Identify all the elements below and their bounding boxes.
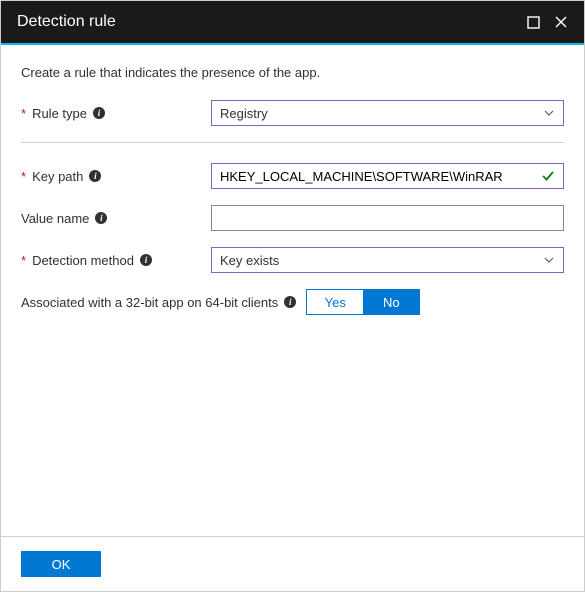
- select-rule-type[interactable]: Registry: [211, 100, 564, 126]
- info-icon[interactable]: i: [89, 170, 101, 182]
- label-text: Value name: [21, 211, 89, 226]
- input-key-path[interactable]: [220, 169, 555, 184]
- input-wrap-key-path: [211, 163, 564, 189]
- required-marker: *: [21, 253, 26, 268]
- label-text: Associated with a 32-bit app on 64-bit c…: [21, 295, 278, 310]
- close-icon[interactable]: [554, 15, 568, 29]
- toggle-no-button[interactable]: No: [363, 290, 419, 314]
- chevron-down-icon: [543, 254, 555, 266]
- chevron-down-icon: [543, 107, 555, 119]
- dialog-subtitle: Create a rule that indicates the presenc…: [21, 65, 564, 80]
- divider: [21, 142, 564, 143]
- toggle-assoc-32bit: Yes No: [306, 289, 420, 315]
- label-text: Detection method: [32, 253, 134, 268]
- select-value: Key exists: [220, 253, 535, 268]
- dialog-footer: OK: [1, 536, 584, 591]
- label-text: Rule type: [32, 106, 87, 121]
- label-rule-type: * Rule type i: [21, 106, 211, 121]
- header-actions: [527, 15, 568, 29]
- ok-button[interactable]: OK: [21, 551, 101, 577]
- required-marker: *: [21, 106, 26, 121]
- info-icon[interactable]: i: [95, 212, 107, 224]
- label-detection-method: * Detection method i: [21, 253, 211, 268]
- dialog-header: Detection rule: [1, 1, 584, 45]
- info-icon[interactable]: i: [93, 107, 105, 119]
- select-detection-method[interactable]: Key exists: [211, 247, 564, 273]
- label-assoc-32bit: Associated with a 32-bit app on 64-bit c…: [21, 295, 296, 310]
- check-icon: [541, 169, 555, 183]
- input-wrap-value-name: [211, 205, 564, 231]
- row-assoc-32bit: Associated with a 32-bit app on 64-bit c…: [21, 289, 564, 315]
- row-rule-type: * Rule type i Registry: [21, 100, 564, 126]
- info-icon[interactable]: i: [140, 254, 152, 266]
- dialog-content: Create a rule that indicates the presenc…: [1, 45, 584, 315]
- row-detection-method: * Detection method i Key exists: [21, 247, 564, 273]
- maximize-icon[interactable]: [527, 16, 540, 29]
- input-value-name[interactable]: [220, 211, 555, 226]
- label-text: Key path: [32, 169, 83, 184]
- select-value: Registry: [220, 106, 535, 121]
- label-value-name: Value name i: [21, 211, 211, 226]
- toggle-yes-button[interactable]: Yes: [307, 290, 363, 314]
- row-key-path: * Key path i: [21, 163, 564, 189]
- label-key-path: * Key path i: [21, 169, 211, 184]
- required-marker: *: [21, 169, 26, 184]
- info-icon[interactable]: i: [284, 296, 296, 308]
- dialog-title: Detection rule: [17, 13, 116, 31]
- row-value-name: Value name i: [21, 205, 564, 231]
